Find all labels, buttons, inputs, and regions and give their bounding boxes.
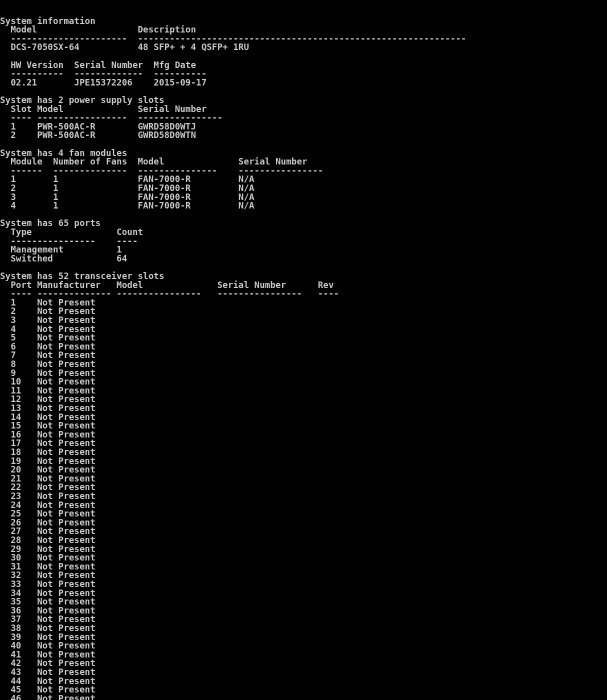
terminal-line: Switched 64	[0, 253, 128, 264]
terminal-line: DCS-7050SX-64 48 SFP+ + 4 QSFP+ 1RU	[0, 41, 250, 53]
terminal-line: 4 1 FAN-7000-R N/A	[0, 200, 255, 211]
terminal-line: 46 Not Present	[0, 693, 96, 700]
terminal-output: System information Model Description ---…	[0, 0, 605, 700]
terminal-line: 02.21 JPE15372206 2015-09-17	[0, 77, 207, 88]
terminal-window[interactable]: System information Model Description ---…	[0, 0, 607, 700]
terminal-line: 2 PWR-500AC-R GWRD58D0WTN	[0, 129, 197, 141]
